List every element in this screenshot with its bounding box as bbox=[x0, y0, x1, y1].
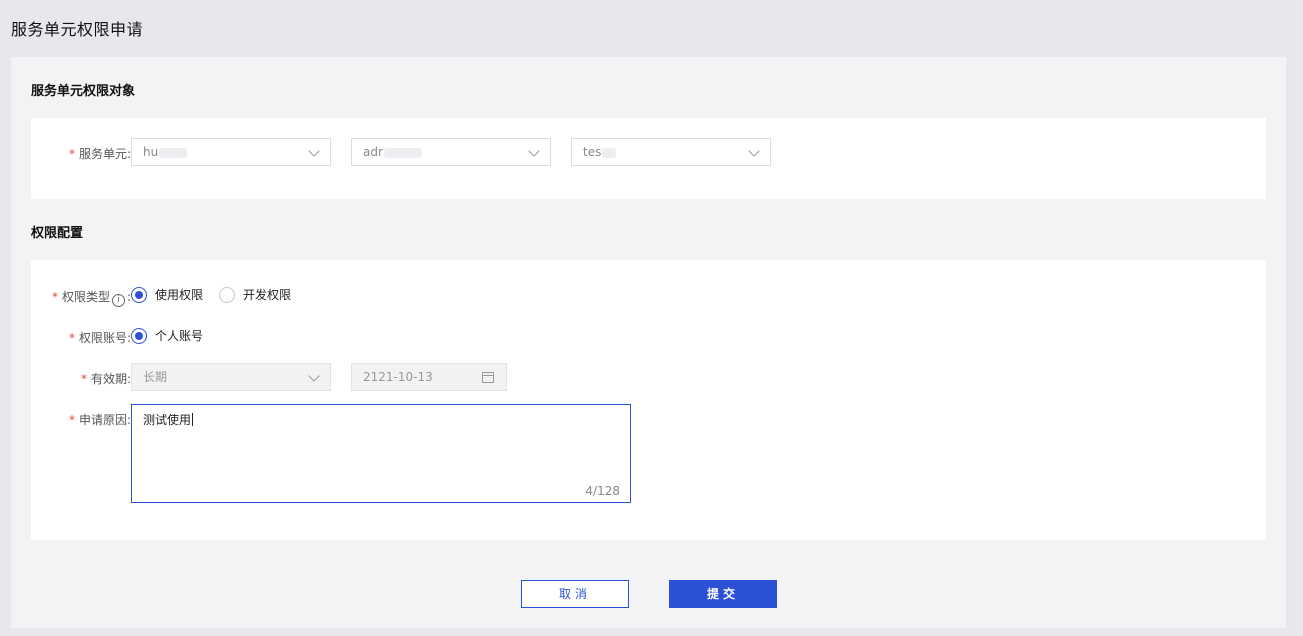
account-label: * 权限账号: bbox=[68, 331, 131, 345]
service-unit-select-3[interactable]: tes bbox=[571, 138, 771, 166]
chevron-down-icon bbox=[308, 370, 320, 382]
radio-checked-icon bbox=[131, 287, 147, 303]
reason-textarea[interactable]: 测试使用 4/128 bbox=[131, 404, 631, 503]
section-title-target: 服务单元权限对象 bbox=[31, 84, 136, 99]
section-title-config: 权限配置 bbox=[31, 226, 84, 241]
form-container: 服务单元权限对象 * 服务单元: hu adr tes 权限配置 * 权限类型 i: … bbox=[11, 57, 1286, 628]
required-mark: * bbox=[68, 413, 75, 427]
reason-label: * 申请原因: bbox=[68, 413, 131, 427]
cancel-button[interactable]: 取消 bbox=[521, 580, 629, 608]
info-icon[interactable]: i bbox=[111, 294, 125, 307]
radio-unchecked-icon bbox=[219, 287, 235, 303]
required-mark: * bbox=[51, 290, 58, 304]
radio-use-permission[interactable]: 使用权限 bbox=[131, 287, 203, 303]
required-mark: * bbox=[68, 147, 75, 161]
config-card: * 权限类型 i: 使用权限 开发权限 * 权限账号: 个人账号 * 有效期: 长期 2… bbox=[31, 260, 1266, 540]
required-mark: * bbox=[80, 372, 87, 386]
radio-checked-icon bbox=[131, 328, 147, 344]
char-counter: 4/128 bbox=[585, 484, 620, 498]
submit-button[interactable]: 提交 bbox=[669, 580, 777, 608]
chevron-down-icon bbox=[308, 145, 320, 157]
validity-select[interactable]: 长期 bbox=[131, 363, 331, 391]
service-unit-select-2[interactable]: adr bbox=[351, 138, 551, 166]
radio-personal-account[interactable]: 个人账号 bbox=[131, 328, 203, 344]
required-mark: * bbox=[68, 331, 75, 345]
service-unit-select-1[interactable]: hu bbox=[131, 138, 331, 166]
chevron-down-icon bbox=[748, 145, 760, 157]
target-card: * 服务单元: hu adr tes bbox=[31, 118, 1266, 199]
validity-date-picker[interactable]: 2121-10-13 bbox=[351, 363, 507, 391]
page-title: 服务单元权限申请 bbox=[11, 20, 144, 39]
radio-dev-permission[interactable]: 开发权限 bbox=[219, 287, 291, 303]
service-unit-label: * 服务单元: bbox=[68, 147, 131, 161]
validity-label: * 有效期: bbox=[80, 372, 131, 386]
calendar-icon bbox=[482, 372, 494, 383]
chevron-down-icon bbox=[528, 145, 540, 157]
perm-type-label: * 权限类型 i: bbox=[51, 290, 131, 307]
